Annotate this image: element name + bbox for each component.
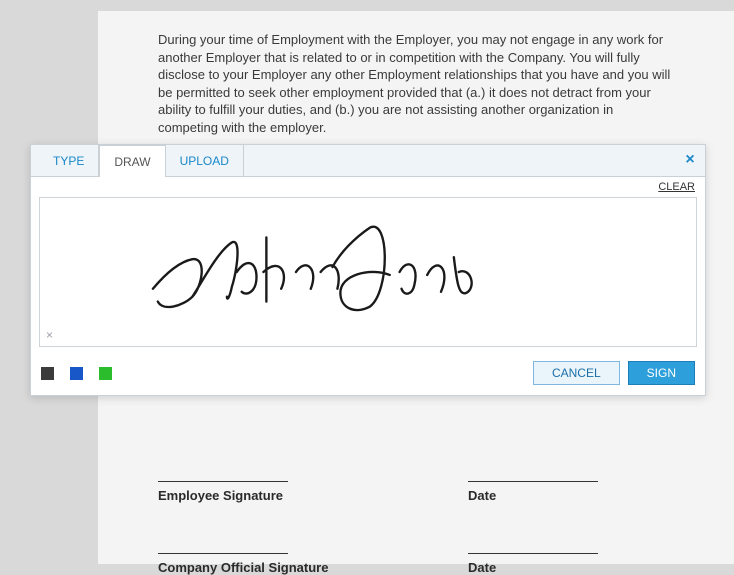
sign-button[interactable]: SIGN <box>628 361 695 385</box>
date-block-1: Date <box>468 481 598 503</box>
tab-upload[interactable]: UPLOAD <box>166 145 244 177</box>
employee-signature-label: Employee Signature <box>158 488 468 503</box>
signature-canvas[interactable]: × <box>39 197 697 347</box>
signature-tabbar: TYPE DRAW UPLOAD × <box>31 145 705 177</box>
canvas-clear-icon[interactable]: × <box>46 328 53 342</box>
employee-signature-block: Employee Signature <box>158 481 468 503</box>
color-swatch-green[interactable] <box>99 367 112 380</box>
modal-footer: CANCEL SIGN <box>31 353 705 395</box>
doc-paragraph-1: During your time of Employment with the … <box>158 31 674 136</box>
company-signature-label: Company Official Signature <box>158 560 468 575</box>
color-swatch-blue[interactable] <box>70 367 83 380</box>
date-block-2: Date <box>468 553 598 575</box>
company-signature-block: Company Official Signature <box>158 553 468 575</box>
clear-button[interactable]: CLEAR <box>658 181 695 193</box>
signature-drawing <box>40 198 696 346</box>
cancel-button[interactable]: CANCEL <box>533 361 620 385</box>
color-swatch-black[interactable] <box>41 367 54 380</box>
date-line-2[interactable] <box>468 553 598 554</box>
date-line-1[interactable] <box>468 481 598 482</box>
signature-row-1: Employee Signature Date <box>158 481 674 503</box>
date-label-2: Date <box>468 560 598 575</box>
tab-draw[interactable]: DRAW <box>99 145 165 177</box>
date-label-1: Date <box>468 488 598 503</box>
signature-row-2: Company Official Signature Date <box>158 553 674 575</box>
employee-signature-line[interactable] <box>158 481 288 482</box>
tab-type[interactable]: TYPE <box>39 145 99 177</box>
clear-row: CLEAR <box>31 177 705 197</box>
company-signature-line[interactable] <box>158 553 288 554</box>
close-icon[interactable]: × <box>681 151 699 169</box>
signature-modal: TYPE DRAW UPLOAD × CLEAR × CANCEL SIGN <box>30 144 706 396</box>
